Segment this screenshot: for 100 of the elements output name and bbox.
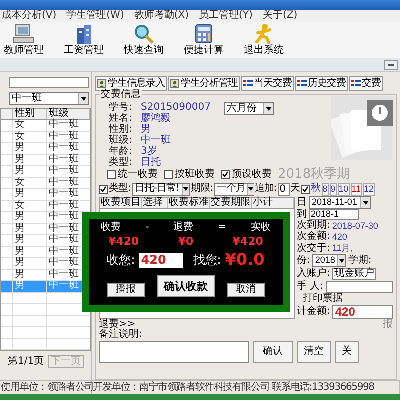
menu-item[interactable]: 成本分析(V) [2, 11, 57, 21]
table-row[interactable]: 男 中一班 [1, 166, 90, 178]
field-label: 计金额: [297, 307, 330, 317]
year-select[interactable]: 2018 [312, 254, 346, 268]
dropdown-arrow-icon [182, 187, 189, 191]
table-row[interactable]: 女 中一班 [1, 120, 90, 132]
minimize-icon [388, 64, 394, 66]
table-cell: 女 [13, 120, 47, 130]
dropdown-arrow-icon [80, 96, 86, 100]
field-value: 11月, [332, 244, 354, 254]
column-header[interactable]: 小计 [252, 198, 294, 208]
action-button[interactable]: 学生分析管理 [168, 76, 240, 91]
remark-label: 备注说明: [99, 330, 144, 341]
dropdown-arrow-icon [338, 258, 345, 263]
month-button[interactable]: 10 [338, 182, 350, 196]
table-row[interactable]: 女 中一班 [1, 132, 90, 143]
table-cell-text: 中一班 [48, 143, 80, 154]
field-label: 性别: [109, 124, 134, 134]
toolbar-button[interactable]: 便捷计算 [182, 24, 226, 56]
end-date-field[interactable]: 2018-1 [309, 209, 359, 220]
form-button[interactable]: 确认 [253, 341, 293, 363]
table-row[interactable]: 女 中一班 [1, 178, 90, 189]
action-button[interactable]: 当天交费 [241, 76, 294, 91]
column-header[interactable]: 选择 [142, 198, 168, 208]
column-header[interactable]: 收费标准 [168, 198, 210, 208]
received-field[interactable]: 420 [139, 252, 184, 268]
dialog-button[interactable]: 取消 [227, 283, 265, 297]
menu-item[interactable]: 教师考勤(X) [134, 11, 190, 21]
month-select[interactable]: 六月份 [224, 102, 274, 115]
month-button[interactable]: 11 [350, 182, 362, 196]
table-cell: 男 [13, 246, 47, 257]
amount-value: ¥0 [178, 236, 194, 247]
toolbar-button[interactable]: 工资管理 [62, 24, 106, 56]
table-row[interactable]: 女 中一班 [1, 200, 90, 212]
period-label: 期限: [190, 184, 213, 194]
table-cell: 男 [13, 154, 47, 165]
checkbox[interactable] [107, 170, 116, 179]
total-field[interactable]: 420 [332, 305, 393, 319]
checkbox[interactable] [221, 170, 230, 179]
table-cell-text: 中一班 [48, 212, 80, 222]
group-title: 交费信息 [100, 90, 142, 100]
type-select[interactable]: 日托-日常! [132, 182, 190, 196]
day-unit: 天 [290, 184, 300, 194]
form-button[interactable]: 关 [335, 341, 359, 363]
column-header[interactable]: 收费项目 [100, 198, 142, 208]
month-button[interactable]: 12 [363, 182, 376, 196]
menu-item[interactable]: 学生管理(W) [66, 11, 124, 21]
action-button[interactable]: 历史交费 [295, 76, 348, 91]
checkbox[interactable] [164, 170, 173, 179]
dialog-header: 实收 [250, 223, 271, 233]
field-value: 男 [141, 124, 151, 134]
remark-field[interactable] [99, 341, 249, 363]
table-cell-text: 中一班 [48, 258, 80, 268]
toolbar-button[interactable]: 快速查询 [122, 24, 166, 56]
account-field[interactable]: 现金账户 [332, 268, 376, 280]
menu-item[interactable]: 员工管理(Y) [199, 11, 253, 21]
field-label: 学期: [348, 256, 372, 266]
table-row[interactable]: 男 中一班 [1, 154, 90, 166]
amount-value: ¥420 [232, 236, 264, 247]
table-cell: 男 [13, 224, 47, 234]
search-field[interactable] [9, 77, 89, 88]
checkbox[interactable] [99, 184, 108, 194]
month-button[interactable]: 8 [322, 182, 329, 196]
table-cell-text: 中一班 [48, 154, 80, 165]
amount-value: ¥420 [108, 236, 140, 247]
dialog-button[interactable]: 播报 [107, 283, 145, 297]
list-icon [243, 78, 253, 88]
date-label: 到 [297, 210, 307, 220]
column-header[interactable]: 交费期限 [210, 198, 252, 208]
table-cell-text: 中一班 [48, 235, 80, 246]
field-value: 日托 [141, 158, 161, 168]
start-date-select[interactable]: 2018-11-01 [309, 196, 371, 209]
field-label: 班级: [109, 136, 134, 146]
month-button[interactable]: 9 [330, 182, 337, 196]
table-row[interactable]: 男 中一班 [1, 143, 90, 154]
table-cell-text: 中一班 [48, 270, 80, 280]
field-value: S2015090007 [141, 102, 211, 112]
toolbar-button[interactable]: 退出系统 [242, 24, 286, 56]
field-label: 姓名: [109, 114, 134, 124]
computer-icon [13, 24, 35, 44]
dialog-button[interactable]: 确认收款 [157, 275, 215, 297]
toolbar-button[interactable]: 教师管理 [2, 24, 46, 56]
field-label: 手 人: [297, 282, 324, 292]
refund-link[interactable]: 退费>> [99, 320, 136, 330]
form-button[interactable]: 清空 [297, 341, 331, 363]
action-button[interactable]: 交费 [349, 76, 383, 91]
handler-field[interactable] [326, 280, 393, 293]
minimize-button[interactable] [384, 60, 398, 70]
class-select[interactable]: 中一班 [9, 92, 89, 105]
add-days-field[interactable]: 0 [278, 182, 290, 196]
field-label: 次到期: [297, 221, 330, 232]
dropdown-arrow-icon [266, 106, 272, 110]
field-label: 次交于: [297, 244, 330, 254]
period-select[interactable]: 一个月 [214, 182, 254, 196]
menu-item[interactable]: 关于(Z) [262, 11, 298, 21]
table-row[interactable]: 男 中一班 [1, 189, 90, 200]
field-label: 年龄: [109, 146, 134, 156]
checkbox[interactable] [301, 184, 310, 194]
page-indicator: 第1/1页 [8, 356, 44, 366]
table-cell-text: 中一班 [48, 189, 80, 200]
